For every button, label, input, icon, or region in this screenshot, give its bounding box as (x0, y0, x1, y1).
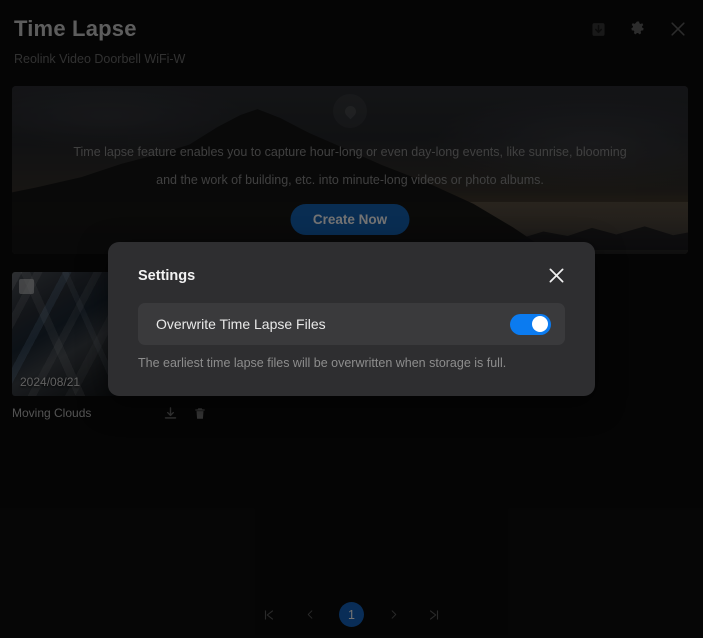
overwrite-setting-label: Overwrite Time Lapse Files (156, 316, 326, 332)
overwrite-toggle[interactable] (510, 313, 551, 335)
overwrite-setting-hint: The earliest time lapse files will be ov… (138, 356, 507, 370)
time-lapse-window: Time Lapse Reolink Video Doorbell WiFi-W (0, 0, 703, 638)
dialog-title: Settings (138, 268, 196, 284)
settings-dialog: Settings Overwrite Time Lapse Files The … (108, 242, 595, 396)
overwrite-setting-row: Overwrite Time Lapse Files (138, 303, 565, 345)
close-icon[interactable] (545, 264, 567, 286)
